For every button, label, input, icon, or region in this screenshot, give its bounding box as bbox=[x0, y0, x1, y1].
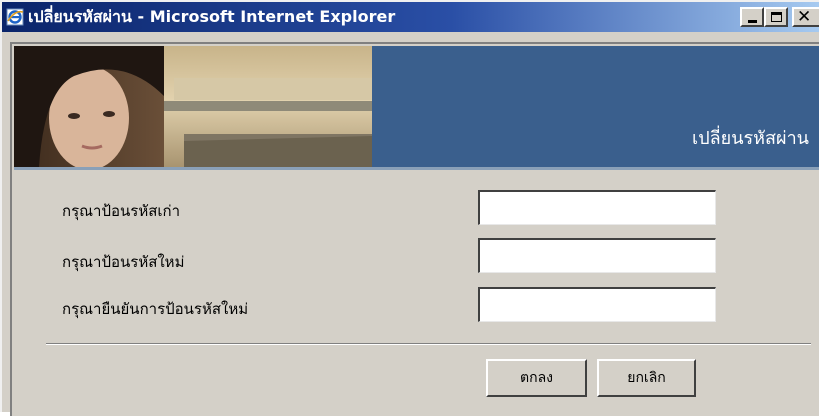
minimize-button[interactable] bbox=[740, 7, 764, 27]
maximize-icon bbox=[771, 12, 782, 22]
close-button[interactable]: ✕ bbox=[792, 7, 819, 27]
banner-photo bbox=[14, 46, 372, 167]
window-title: เปลี่ยนรหัสผ่าน - Microsoft Internet Exp… bbox=[28, 7, 396, 26]
old-password-input[interactable] bbox=[478, 190, 716, 225]
page-title: เปลี่ยนรหัสผ่าน bbox=[692, 128, 809, 149]
new-password-input[interactable] bbox=[478, 238, 716, 273]
dialog-window: เปลี่ยนรหัสผ่าน - Microsoft Internet Exp… bbox=[0, 0, 819, 416]
cancel-button[interactable]: ยกเลิก bbox=[597, 359, 696, 397]
confirm-password-label: กรุณายืนยันการป้อนรหัสใหม่ bbox=[62, 300, 249, 318]
old-password-label: กรุณาป้อนรหัสเก่า bbox=[62, 202, 180, 220]
banner-divider bbox=[14, 167, 819, 170]
ie-icon[interactable] bbox=[6, 8, 24, 26]
form-divider bbox=[46, 343, 811, 345]
new-password-label: กรุณาป้อนรหัสใหม่ bbox=[62, 253, 185, 271]
close-icon: ✕ bbox=[797, 7, 812, 27]
maximize-button[interactable] bbox=[764, 7, 788, 27]
minimize-icon bbox=[748, 20, 757, 23]
ok-button[interactable]: ตกลง bbox=[486, 359, 587, 397]
confirm-password-input[interactable] bbox=[478, 287, 716, 322]
title-bar[interactable]: เปลี่ยนรหัสผ่าน - Microsoft Internet Exp… bbox=[2, 2, 819, 32]
